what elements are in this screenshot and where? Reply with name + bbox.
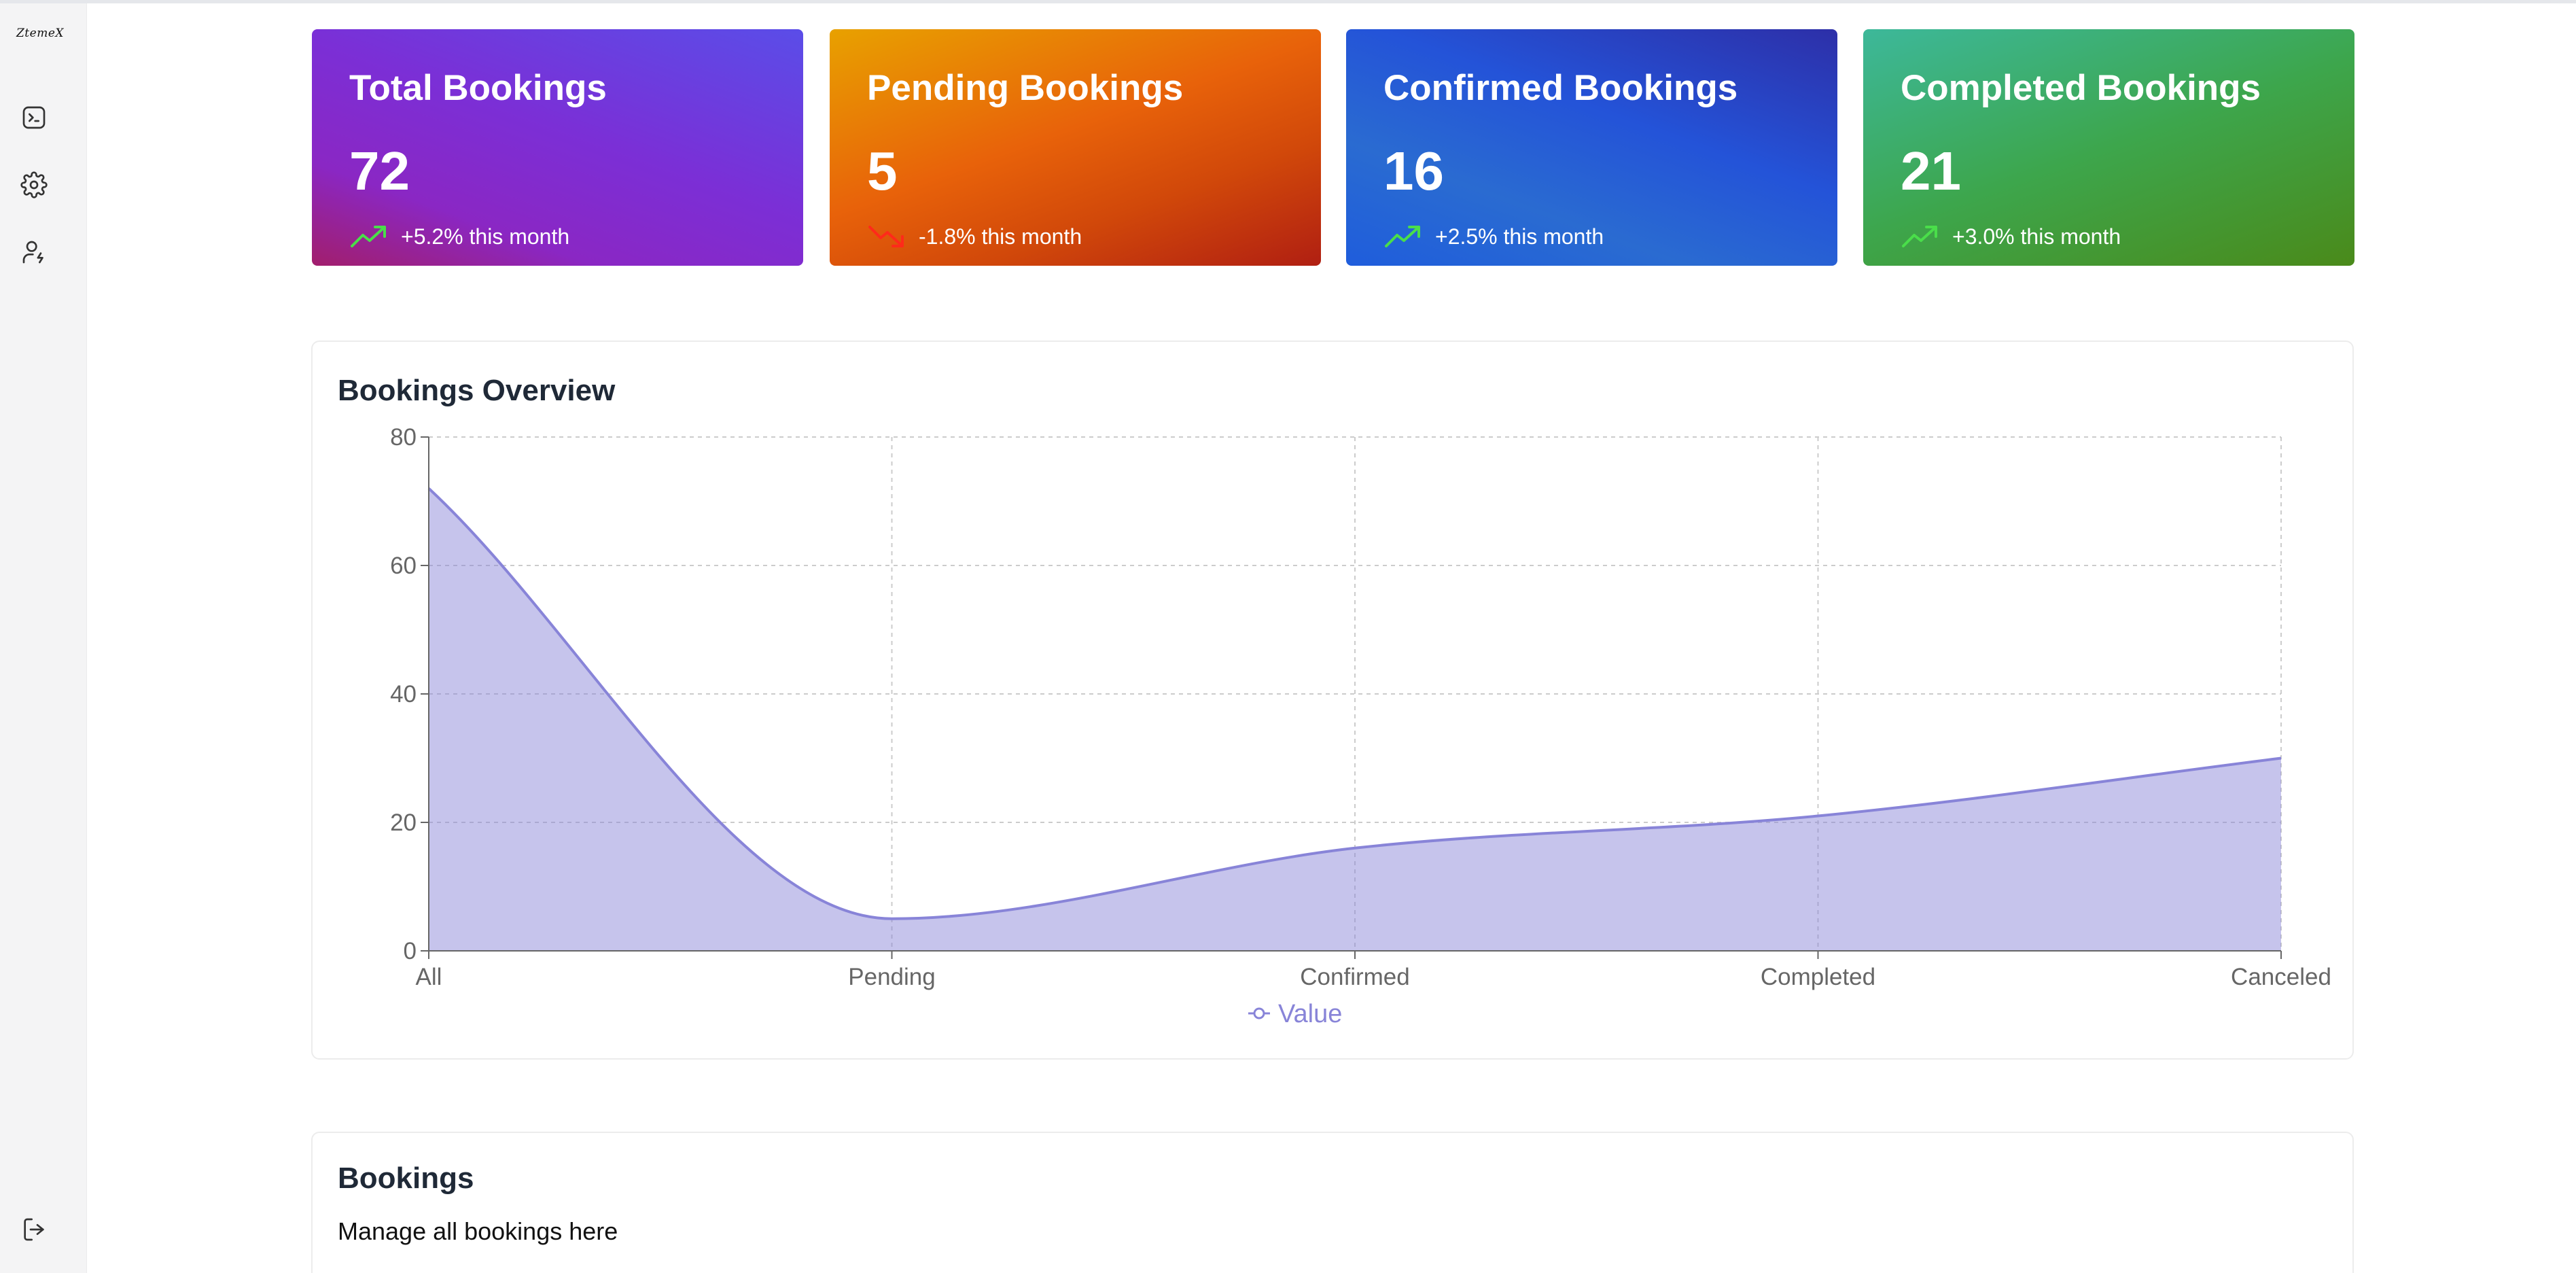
- trend-text: +5.2% this month: [401, 224, 570, 249]
- confirmed-bookings-card: Confirmed Bookings 16 +2.5% this month: [1346, 29, 1837, 266]
- card-trend: +5.2% this month: [349, 223, 569, 250]
- card-trend: -1.8% this month: [867, 223, 1082, 250]
- sidebar: ZtemeX: [0, 3, 87, 1273]
- trend-text: +3.0% this month: [1952, 224, 2121, 249]
- card-title: Pending Bookings: [867, 68, 1184, 108]
- x-tick-label: Canceled: [2231, 964, 2331, 990]
- terminal-icon[interactable]: [18, 101, 50, 134]
- completed-bookings-card: Completed Bookings 21 +3.0% this month: [1863, 29, 2354, 266]
- y-tick-label: 20: [390, 809, 417, 836]
- area-fill: [429, 488, 2281, 951]
- bookings-chart: 0 20 40 60 80 All Pending Confirmed Completed Can…: [390, 424, 2331, 1028]
- top-border: [0, 0, 2576, 3]
- trend-text: -1.8% this month: [919, 224, 1082, 249]
- card-title: Confirmed Bookings: [1383, 68, 1738, 108]
- x-tick-label: All: [416, 964, 442, 990]
- logout-icon[interactable]: [18, 1213, 50, 1246]
- bookings-panel: Bookings Manage all bookings here: [311, 1132, 2354, 1273]
- card-title: Total Bookings: [349, 68, 607, 108]
- panel-subtitle: Manage all bookings here: [338, 1217, 618, 1245]
- panel-title: Bookings: [338, 1162, 474, 1195]
- total-bookings-card: Total Bookings 72 +5.2% this month: [312, 29, 803, 266]
- y-tick-label: 80: [390, 424, 417, 451]
- trend-up-icon: [1385, 226, 1420, 247]
- card-trend: +3.0% this month: [1901, 223, 2121, 250]
- user-bolt-icon[interactable]: [18, 236, 50, 268]
- x-tick-label: Pending: [848, 964, 935, 990]
- card-trend: +2.5% this month: [1383, 223, 1604, 250]
- gear-icon[interactable]: [18, 169, 50, 201]
- legend-marker: [1253, 1007, 1265, 1019]
- card-value: 16: [1383, 141, 1444, 201]
- x-tick-label: Confirmed: [1300, 964, 1409, 990]
- pending-bookings-card: Pending Bookings 5 -1.8% this month: [830, 29, 1321, 266]
- card-title: Completed Bookings: [1901, 68, 2261, 108]
- trend-up-icon: [351, 226, 386, 247]
- trend-text: +2.5% this month: [1435, 224, 1604, 249]
- card-value: 72: [349, 141, 410, 201]
- trend-down-icon: [868, 226, 904, 247]
- trend-up-icon: [1902, 226, 1937, 247]
- bookings-overview-panel: Bookings Overview 0 20 40 60 80 All Pending Con…: [311, 341, 2354, 1060]
- logo: ZtemeX: [16, 27, 64, 40]
- card-value: 5: [867, 141, 898, 201]
- y-tick-label: 40: [390, 681, 417, 708]
- card-value: 21: [1901, 141, 1961, 201]
- x-tick-label: Completed: [1761, 964, 1875, 990]
- y-tick-label: 0: [404, 938, 417, 964]
- legend-label: Value: [1278, 1000, 1342, 1028]
- y-tick-label: 60: [390, 553, 417, 579]
